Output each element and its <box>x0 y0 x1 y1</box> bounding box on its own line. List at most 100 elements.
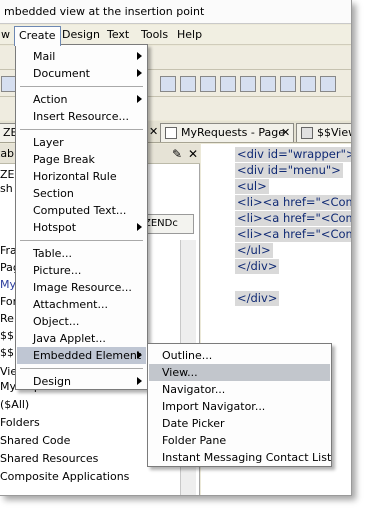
menu-item-label: Java Applet... <box>33 332 106 345</box>
menu-separator <box>20 368 143 369</box>
navigator-item[interactable]: My <box>0 278 16 291</box>
menu-item-hotspot[interactable]: Hotspot <box>17 219 146 236</box>
navigator-item[interactable]: ZE <box>0 168 15 181</box>
toolbar-icon[interactable] <box>220 76 236 92</box>
code-line: <div id="wrapper">< <box>235 147 351 162</box>
menu-item-label: Computed Text... <box>33 204 127 217</box>
pin-icon[interactable]: ✎ <box>172 147 182 161</box>
menu-item-java-applet[interactable]: Java Applet... <box>17 330 146 347</box>
menu-separator <box>20 240 143 241</box>
menu-view[interactable]: w <box>0 26 14 44</box>
menu-item-label: Table... <box>33 247 72 260</box>
submenu-item-import-navigator[interactable]: Import Navigator... <box>149 398 330 415</box>
toolbar-icon[interactable] <box>320 76 336 92</box>
menu-item-insert-resource[interactable]: Insert Resource... <box>17 108 146 125</box>
submenu-arrow-icon <box>137 351 142 359</box>
navigator-item[interactable]: Shared Resources <box>0 452 98 465</box>
code-line: <li><a href="<Compu <box>235 195 351 210</box>
navigator-item[interactable]: ($All) <box>0 398 29 411</box>
navigator-title: tab <box>0 147 15 160</box>
submenu-item-date-picker[interactable]: Date Picker <box>149 415 330 432</box>
menu-item-action[interactable]: Action <box>17 91 146 108</box>
menu-item-horizontal-rule[interactable]: Horizontal Rule <box>17 168 146 185</box>
menu-item-embedded-element[interactable]: Embedded Element <box>17 347 146 364</box>
menu-item-section[interactable]: Section <box>17 185 146 202</box>
close-icon[interactable]: ✕ <box>281 126 290 139</box>
menu-item-picture[interactable]: Picture... <box>17 262 146 279</box>
navigator-item[interactable]: Re <box>0 312 14 325</box>
menu-design[interactable]: Design <box>58 26 104 44</box>
submenu-arrow-icon <box>137 69 142 77</box>
page-icon <box>165 127 177 139</box>
submenu-arrow-icon <box>137 52 142 60</box>
tab-view[interactable]: $$View <box>296 123 351 142</box>
menu-item-mail[interactable]: Mail <box>17 48 146 65</box>
hint-bar: mbedded view at the insertion point <box>0 0 351 24</box>
tab-label: $$View <box>317 126 351 139</box>
navigator-item[interactable]: sh <box>0 182 13 195</box>
menu-item-table[interactable]: Table... <box>17 245 146 262</box>
navigator-item[interactable]: Folders <box>0 416 40 429</box>
menu-item-layer[interactable]: Layer <box>17 134 146 151</box>
menu-tools[interactable]: Tools <box>137 26 172 44</box>
submenu-arrow-icon <box>137 223 142 231</box>
inner-tab-label: ZENDc <box>144 218 178 229</box>
menu-item-label: Layer <box>33 136 64 149</box>
menu-item-page-break[interactable]: Page Break <box>17 151 146 168</box>
menu-separator <box>20 129 143 130</box>
submenu-arrow-icon <box>137 95 142 103</box>
navigator-item[interactable]: $$ <box>0 329 14 342</box>
toolbar-icon[interactable] <box>160 76 176 92</box>
code-line: </div> <box>235 259 280 274</box>
code-line: <li><a href="<Compu <box>235 227 351 242</box>
toolbar-icon[interactable] <box>240 76 256 92</box>
menu-create[interactable]: Create <box>14 26 61 46</box>
menu-item-attachment[interactable]: Attachment... <box>17 296 146 313</box>
menu-item-label: Hotspot <box>33 221 77 234</box>
tab-myrequests-page[interactable]: MyRequests - Page ✕ <box>160 123 294 142</box>
menu-separator <box>20 86 143 87</box>
submenu-item-outline[interactable]: Outline... <box>149 347 330 364</box>
toolbar-icon[interactable] <box>300 76 316 92</box>
close-icon[interactable]: ✕ <box>188 147 198 161</box>
menu-item-image-resource[interactable]: Image Resource... <box>17 279 146 296</box>
navigator-item[interactable]: Shared Code <box>0 434 70 447</box>
submenu-item-navigator[interactable]: Navigator... <box>149 381 330 398</box>
toolbar-icon[interactable] <box>260 76 276 92</box>
menu-item-label: Picture... <box>33 264 82 277</box>
toolbar-icon[interactable] <box>180 76 196 92</box>
menu-item-object[interactable]: Object... <box>17 313 146 330</box>
navigator-item[interactable]: $$ <box>0 346 14 359</box>
menu-item-label: Section <box>33 187 74 200</box>
embedded-element-submenu: Outline... View... Navigator... Import Navi… <box>147 343 332 467</box>
menu-item-label: Action <box>33 93 68 106</box>
code-line: <ul> <box>235 179 269 194</box>
submenu-item-instant-messaging-contact-list[interactable]: Instant Messaging Contact List <box>149 449 331 466</box>
submenu-arrow-icon <box>137 377 142 385</box>
navigator-item[interactable]: Composite Applications <box>0 470 129 483</box>
menu-item-label: Image Resource... <box>33 281 132 294</box>
code-line: <li><a href="<Compu <box>235 211 351 226</box>
menu-help[interactable]: Help <box>173 26 206 44</box>
menu-item-design[interactable]: Design <box>17 373 146 390</box>
menu-item-label: Attachment... <box>33 298 108 311</box>
hint-text: mbedded view at the insertion point <box>4 5 205 18</box>
close-icon[interactable]: ✕ <box>149 125 158 138</box>
code-line: </div> <box>235 291 280 306</box>
menu-text[interactable]: Text <box>103 26 133 44</box>
menu-item-label: Mail <box>33 50 56 63</box>
tab-label: MyRequests - Page <box>181 126 286 139</box>
toolbar-icon[interactable] <box>200 76 216 92</box>
menu-item-label: Insert Resource... <box>33 110 129 123</box>
submenu-item-folder-pane[interactable]: Folder Pane <box>149 432 330 449</box>
toolbar-icon[interactable] <box>280 76 296 92</box>
inner-tab[interactable]: ZENDc <box>140 214 194 234</box>
menu-item-document[interactable]: Document <box>17 65 146 82</box>
submenu-item-view[interactable]: View... <box>149 364 330 381</box>
create-menu: Mail Document Action Insert Resource... Laye… <box>15 44 148 390</box>
code-line: </ul> <box>235 243 273 258</box>
code-line: <div id="menu"> <box>235 163 343 178</box>
menu-bar: w Create Design Text Tools Help <box>0 25 351 46</box>
menu-item-computed-text[interactable]: Computed Text... <box>17 202 146 219</box>
